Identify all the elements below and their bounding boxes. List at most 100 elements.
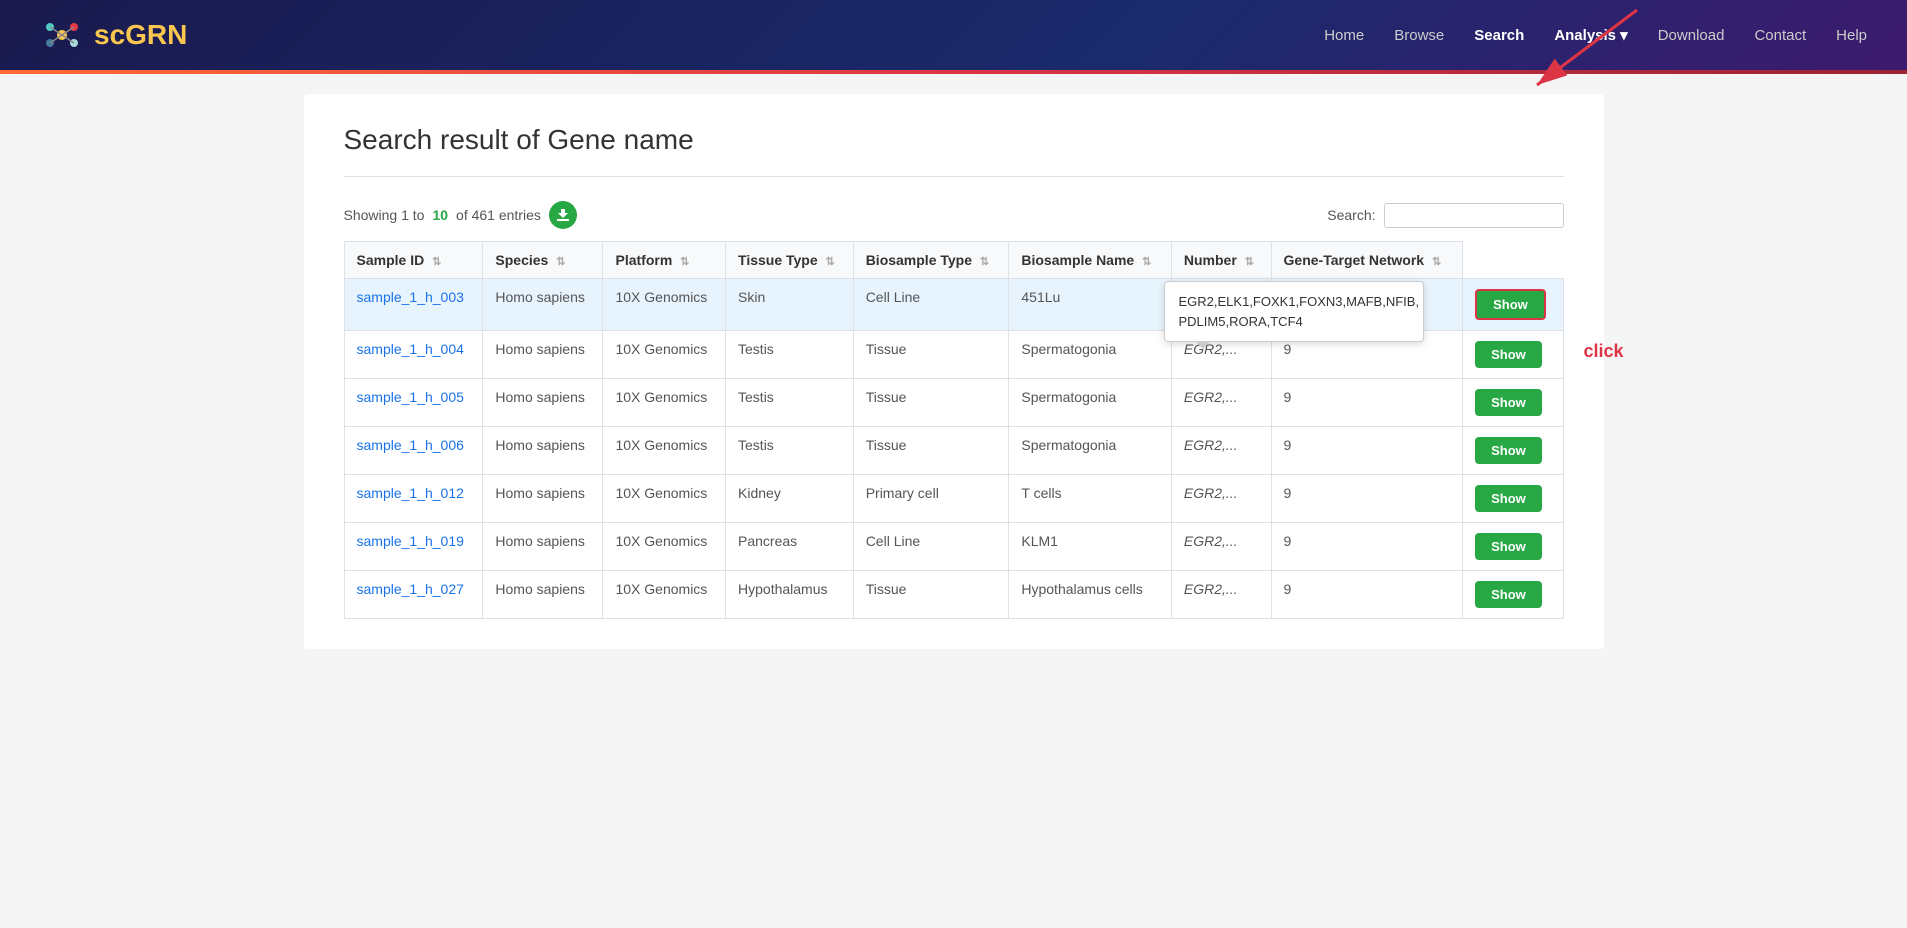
cell-tissue-type: Hypothalamus xyxy=(726,571,854,619)
accent-bar xyxy=(0,70,1907,74)
cell-biosample-type: Primary cell xyxy=(853,475,1009,523)
nav-download[interactable]: Download xyxy=(1658,27,1725,44)
logo-text: scGRN xyxy=(94,19,187,51)
cell-platform: 10X Genomics xyxy=(603,571,726,619)
gene-tooltip: EGR2,ELK1,FOXK1,FOXN3,MAFB,NFIB, PDLIM5,… xyxy=(1164,281,1424,342)
col-gene-target: Gene-Target Network ⇅ xyxy=(1271,242,1463,279)
cell-show: Show xyxy=(1463,523,1563,571)
sort-gene-target[interactable]: ⇅ xyxy=(1432,256,1441,268)
cell-tissue-type: Skin xyxy=(726,279,854,331)
sample-link[interactable]: sample_1_h_019 xyxy=(357,533,464,549)
sample-link[interactable]: sample_1_h_005 xyxy=(357,389,464,405)
table-row: sample_1_h_006 Homo sapiens 10X Genomics… xyxy=(344,427,1563,475)
cell-show: Show xyxy=(1463,331,1563,379)
cell-sample-id: sample_1_h_019 xyxy=(344,523,483,571)
nav-contact[interactable]: Contact xyxy=(1754,27,1806,44)
show-button[interactable]: Show xyxy=(1475,533,1542,560)
table-search-control: Search: xyxy=(1327,203,1563,228)
showing-suffix: of 461 entries xyxy=(456,207,541,223)
cell-platform: 10X Genomics xyxy=(603,279,726,331)
col-number: Number ⇅ xyxy=(1171,242,1271,279)
cell-sample-id: sample_1_h_012 xyxy=(344,475,483,523)
cell-sample-id: sample_1_h_027 xyxy=(344,571,483,619)
cell-gene-abbrev: EGR2,... xyxy=(1171,475,1271,523)
cell-species: Homo sapiens xyxy=(483,475,603,523)
table-row: sample_1_h_012 Homo sapiens 10X Genomics… xyxy=(344,475,1563,523)
cell-biosample-type: Cell Line xyxy=(853,523,1009,571)
nav-analysis[interactable]: Analysis ▾ xyxy=(1554,26,1627,44)
cell-show: Show xyxy=(1463,427,1563,475)
showing-info: Showing 1 to 10 of 461 entries xyxy=(344,201,577,229)
cell-sample-id: sample_1_h_005 xyxy=(344,379,483,427)
col-sample-id: Sample ID ⇅ xyxy=(344,242,483,279)
table-search-input[interactable] xyxy=(1384,203,1564,228)
cell-biosample-type: Tissue xyxy=(853,331,1009,379)
nav-home[interactable]: Home xyxy=(1324,27,1364,44)
nav-help[interactable]: Help xyxy=(1836,27,1867,44)
cell-sample-id: sample_1_h_006 xyxy=(344,427,483,475)
sort-biosample-type[interactable]: ⇅ xyxy=(980,256,989,268)
cell-show: Show xyxy=(1463,379,1563,427)
download-table-button[interactable] xyxy=(549,201,577,229)
sort-species[interactable]: ⇅ xyxy=(556,256,565,268)
sample-link[interactable]: sample_1_h_006 xyxy=(357,437,464,453)
cell-tissue-type: Pancreas xyxy=(726,523,854,571)
showing-count: 10 xyxy=(432,207,448,223)
cell-gene-abbrev: EGR2,... xyxy=(1171,379,1271,427)
cell-platform: 10X Genomics xyxy=(603,427,726,475)
cell-number: 9 xyxy=(1271,475,1463,523)
sample-link[interactable]: sample_1_h_012 xyxy=(357,485,464,501)
tooltip-text: EGR2,ELK1,FOXK1,FOXN3,MAFB,NFIB, PDLIM5,… xyxy=(1179,294,1420,329)
show-button[interactable]: Show xyxy=(1475,437,1542,464)
cell-species: Homo sapiens xyxy=(483,331,603,379)
navbar: scGRN Home Browse Search Analysis ▾ Down… xyxy=(0,0,1907,70)
nav-browse[interactable]: Browse xyxy=(1394,27,1444,44)
cell-platform: 10X Genomics xyxy=(603,523,726,571)
sample-link[interactable]: sample_1_h_027 xyxy=(357,581,464,597)
show-button[interactable]: Show xyxy=(1475,341,1542,368)
table-controls: Showing 1 to 10 of 461 entries Search: xyxy=(344,201,1564,229)
sort-tissue[interactable]: ⇅ xyxy=(826,256,835,268)
cell-sample-id: sample_1_h_004 xyxy=(344,331,483,379)
show-button[interactable]: Show xyxy=(1475,289,1546,320)
cell-number: 9 xyxy=(1271,427,1463,475)
sample-link[interactable]: sample_1_h_003 xyxy=(357,289,464,305)
nav-search[interactable]: Search xyxy=(1474,27,1524,44)
cell-gene-abbrev: EGR2,... xyxy=(1171,427,1271,475)
cell-show: Show xyxy=(1463,475,1563,523)
showing-prefix: Showing 1 to xyxy=(344,207,425,223)
cell-number: 9 xyxy=(1271,379,1463,427)
cell-biosample-name: Spermatogonia xyxy=(1009,427,1172,475)
show-button[interactable]: Show xyxy=(1475,581,1542,608)
sample-link[interactable]: sample_1_h_004 xyxy=(357,341,464,357)
page-title: Search result of Gene name xyxy=(344,124,1564,177)
cell-tissue-type: Testis xyxy=(726,379,854,427)
cell-gene-abbrev: EGR2,... xyxy=(1171,571,1271,619)
logo-sc: sc xyxy=(94,19,125,50)
cell-gene-abbrev: EGR2,... xyxy=(1171,523,1271,571)
cell-platform: 10X Genomics xyxy=(603,475,726,523)
table-row: sample_1_h_027 Homo sapiens 10X Genomics… xyxy=(344,571,1563,619)
cell-biosample-type: Tissue xyxy=(853,379,1009,427)
cell-sample-id: sample_1_h_003 xyxy=(344,279,483,331)
cell-biosample-name: Spermatogonia xyxy=(1009,331,1172,379)
cell-number: 9 xyxy=(1271,523,1463,571)
sort-sample-id[interactable]: ⇅ xyxy=(432,256,441,268)
cell-biosample-name: Spermatogonia xyxy=(1009,379,1172,427)
cell-biosample-name: KLM1 xyxy=(1009,523,1172,571)
sort-biosample-name[interactable]: ⇅ xyxy=(1142,256,1151,268)
cell-show: Show xyxy=(1463,571,1563,619)
cell-biosample-type: Tissue xyxy=(853,571,1009,619)
logo[interactable]: scGRN xyxy=(40,13,187,57)
sort-number[interactable]: ⇅ xyxy=(1245,256,1254,268)
cell-species: Homo sapiens xyxy=(483,379,603,427)
col-platform: Platform ⇅ xyxy=(603,242,726,279)
table-row: sample_1_h_019 Homo sapiens 10X Genomics… xyxy=(344,523,1563,571)
show-button[interactable]: Show xyxy=(1475,485,1542,512)
show-button[interactable]: Show xyxy=(1475,389,1542,416)
cell-species: Homo sapiens xyxy=(483,427,603,475)
cell-tissue-type: Testis xyxy=(726,331,854,379)
main-content: Search result of Gene name Showing 1 to … xyxy=(304,94,1604,649)
sort-platform[interactable]: ⇅ xyxy=(680,256,689,268)
cell-species: Homo sapiens xyxy=(483,523,603,571)
